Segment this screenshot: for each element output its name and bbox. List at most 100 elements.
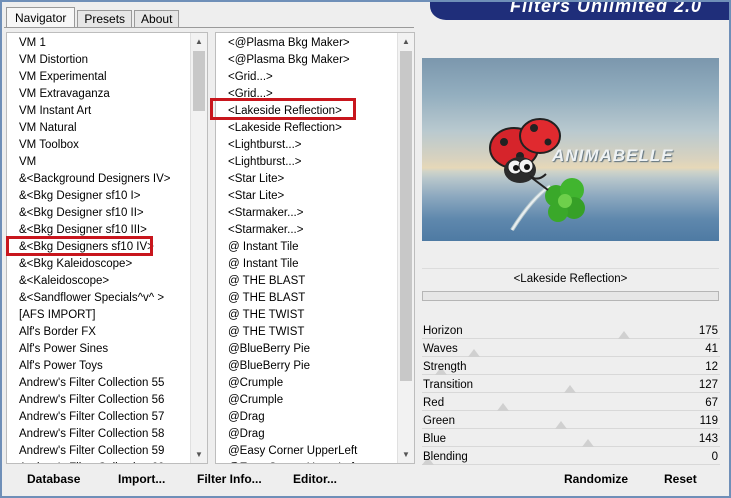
category-item[interactable]: VM bbox=[7, 154, 171, 171]
filter-item[interactable]: @ THE BLAST bbox=[216, 290, 357, 307]
filter-item[interactable]: @Drag bbox=[216, 426, 357, 443]
filter-item[interactable]: <Lightburst...> bbox=[216, 137, 357, 154]
category-item[interactable]: &<Kaleidoscope> bbox=[7, 273, 171, 290]
category-item[interactable]: Andrew's Filter Collection 59 bbox=[7, 443, 171, 460]
filter-item[interactable]: <Grid...> bbox=[216, 69, 357, 86]
filter-list[interactable]: <@Plasma Bkg Maker> <@Plasma Bkg Maker> <G… bbox=[215, 32, 415, 464]
slider-thumb-icon[interactable] bbox=[555, 421, 567, 429]
editor-button[interactable]: Editor... bbox=[293, 472, 337, 486]
filter-item[interactable]: <Star Lite> bbox=[216, 171, 357, 188]
parameter-value: 12 bbox=[705, 361, 718, 373]
slider-track[interactable] bbox=[422, 410, 720, 411]
import-button[interactable]: Import... bbox=[118, 472, 165, 486]
scroll-up-arrow-icon[interactable]: ▲ bbox=[191, 33, 207, 50]
category-item[interactable]: VM Natural bbox=[7, 120, 171, 137]
slider-track[interactable] bbox=[422, 446, 720, 447]
category-item[interactable]: VM Instant Art bbox=[7, 103, 171, 120]
slider-track[interactable] bbox=[422, 428, 720, 429]
slider-track[interactable] bbox=[422, 356, 720, 357]
parameter-value: 41 bbox=[705, 343, 718, 355]
slider-thumb-icon[interactable] bbox=[564, 385, 576, 393]
slider-thumb-icon[interactable] bbox=[618, 331, 630, 339]
parameter-value: 175 bbox=[698, 325, 718, 337]
filter-item[interactable]: @BlueBerry Pie bbox=[216, 358, 357, 375]
parameter-value: 0 bbox=[711, 451, 718, 463]
filter-item[interactable]: <@Plasma Bkg Maker> bbox=[216, 35, 357, 52]
category-item[interactable]: VM 1 bbox=[7, 35, 171, 52]
parameter-row[interactable]: Green 119 bbox=[422, 412, 720, 430]
category-item[interactable]: VM Extravaganza bbox=[7, 86, 171, 103]
category-item[interactable]: Andrew's Filter Collection 58 bbox=[7, 426, 171, 443]
scroll-up-arrow-icon[interactable]: ▲ bbox=[398, 33, 414, 50]
scroll-thumb[interactable] bbox=[400, 51, 412, 381]
category-item[interactable]: Andrew's Filter Collection 60 bbox=[7, 460, 171, 463]
slider-track[interactable] bbox=[422, 374, 720, 375]
slider-track[interactable] bbox=[422, 338, 720, 339]
category-scrollbar[interactable]: ▲ ▼ bbox=[190, 33, 207, 463]
parameter-name: Red bbox=[423, 397, 445, 409]
slider-thumb-icon[interactable] bbox=[468, 349, 480, 357]
scroll-down-arrow-icon[interactable]: ▼ bbox=[398, 446, 414, 463]
tab-presets[interactable]: Presets bbox=[77, 10, 133, 28]
scroll-down-arrow-icon[interactable]: ▼ bbox=[191, 446, 207, 463]
filter-item[interactable]: @Drag bbox=[216, 409, 357, 426]
selected-filter-name: <Lakeside Reflection> bbox=[422, 268, 719, 288]
filter-item[interactable]: <@Plasma Bkg Maker> bbox=[216, 52, 357, 69]
filter-item[interactable]: @Crumple bbox=[216, 375, 357, 392]
scroll-thumb[interactable] bbox=[193, 51, 205, 111]
filter-item[interactable]: <Starmaker...> bbox=[216, 205, 357, 222]
reset-button[interactable]: Reset bbox=[664, 472, 697, 486]
category-item[interactable]: Andrew's Filter Collection 56 bbox=[7, 392, 171, 409]
parameter-row[interactable]: Horizon 175 bbox=[422, 322, 720, 340]
category-item[interactable]: Andrew's Filter Collection 57 bbox=[7, 409, 171, 426]
category-item[interactable]: &<Bkg Designers sf10 IV> bbox=[7, 239, 171, 256]
filter-item[interactable]: <Grid...> bbox=[216, 86, 357, 103]
parameter-row[interactable]: Waves 41 bbox=[422, 340, 720, 358]
filter-item[interactable]: @Crumple bbox=[216, 392, 357, 409]
category-item[interactable]: &<Sandflower Specials^v^ > bbox=[7, 290, 171, 307]
filter-scrollbar[interactable]: ▲ ▼ bbox=[397, 33, 414, 463]
category-item[interactable]: Andrew's Filter Collection 55 bbox=[7, 375, 171, 392]
slider-thumb-icon[interactable] bbox=[497, 403, 509, 411]
filter-preview: ANIMABELLE bbox=[422, 58, 719, 241]
category-item[interactable]: VM Experimental bbox=[7, 69, 171, 86]
filter-item[interactable]: <Lightburst...> bbox=[216, 154, 357, 171]
parameter-name: Waves bbox=[423, 343, 458, 355]
category-item[interactable]: &<Bkg Designer sf10 II> bbox=[7, 205, 171, 222]
tab-navigator[interactable]: Navigator bbox=[6, 7, 76, 28]
parameter-row[interactable]: Red 67 bbox=[422, 394, 720, 412]
filter-item[interactable]: <Starmaker...> bbox=[216, 222, 357, 239]
category-item[interactable]: Alf's Power Sines bbox=[7, 341, 171, 358]
filter-item[interactable]: @Easy Corner UpperLeft bbox=[216, 443, 357, 460]
category-item[interactable]: VM Distortion bbox=[7, 52, 171, 69]
category-item[interactable]: Alf's Border FX bbox=[7, 324, 171, 341]
parameter-row[interactable]: Strength 12 bbox=[422, 358, 720, 376]
filter-item[interactable]: @Easy Corner UpperLeft bbox=[216, 460, 357, 463]
category-item[interactable]: Alf's Power Toys bbox=[7, 358, 171, 375]
filter-info-button[interactable]: Filter Info... bbox=[197, 472, 262, 486]
filter-item[interactable]: @ Instant Tile bbox=[216, 256, 357, 273]
database-button[interactable]: Database bbox=[27, 472, 80, 486]
slider-thumb-icon[interactable] bbox=[582, 439, 594, 447]
filter-item[interactable]: @ THE TWIST bbox=[216, 324, 357, 341]
category-item[interactable]: &<Background Designers IV> bbox=[7, 171, 171, 188]
category-item[interactable]: &<Bkg Designer sf10 III> bbox=[7, 222, 171, 239]
category-item[interactable]: &<Bkg Designer sf10 I> bbox=[7, 188, 171, 205]
category-item[interactable]: VM Toolbox bbox=[7, 137, 171, 154]
filter-item[interactable]: <Star Lite> bbox=[216, 188, 357, 205]
tab-bar: Navigator Presets About bbox=[6, 6, 181, 28]
category-item[interactable]: &<Bkg Kaleidoscope> bbox=[7, 256, 171, 273]
filter-item[interactable]: @ Instant Tile bbox=[216, 239, 357, 256]
category-list[interactable]: VM 1 VM Distortion VM Experimental VM Extra… bbox=[6, 32, 208, 464]
filter-item[interactable]: @ THE TWIST bbox=[216, 307, 357, 324]
parameter-row[interactable]: Blue 143 bbox=[422, 430, 720, 448]
category-item[interactable]: [AFS IMPORT] bbox=[7, 307, 171, 324]
randomize-button[interactable]: Randomize bbox=[564, 472, 628, 486]
filter-item[interactable]: @ THE BLAST bbox=[216, 273, 357, 290]
tab-about[interactable]: About bbox=[134, 10, 180, 28]
filter-item[interactable]: @BlueBerry Pie bbox=[216, 341, 357, 358]
filter-item[interactable]: <Lakeside Reflection> bbox=[216, 120, 357, 137]
parameter-row[interactable]: Blending 0 bbox=[422, 448, 720, 466]
parameter-row[interactable]: Transition 127 bbox=[422, 376, 720, 394]
filter-item[interactable]: <Lakeside Reflection> bbox=[216, 103, 357, 120]
